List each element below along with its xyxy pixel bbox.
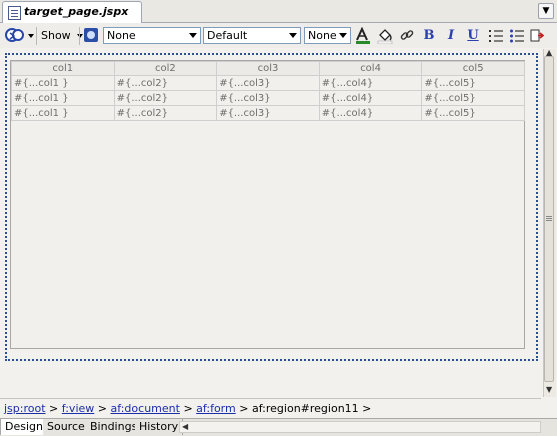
show-menu-label: Show (41, 29, 71, 42)
table-cell[interactable]: #{...col5} (421, 105, 525, 121)
scroll-down-icon[interactable]: ▼ (546, 386, 552, 394)
breadcrumb-jsp-root[interactable]: jsp:root (4, 402, 46, 415)
bullet-list-icon[interactable] (509, 27, 525, 44)
scroll-grip-icon (546, 216, 552, 217)
font-family-value: Default (207, 29, 248, 42)
table-row: #{...col1 } #{...col2} #{...col3} #{...c… (11, 105, 525, 121)
table-cell[interactable]: #{...col3} (216, 105, 320, 121)
tab-design[interactable]: Design (0, 419, 48, 435)
table-cell[interactable]: #{...col1 } (11, 75, 115, 91)
breadcrumb-af-document[interactable]: af:document (111, 402, 180, 415)
chevron-down-icon (339, 33, 347, 38)
link-icon[interactable] (399, 27, 415, 44)
table-cell[interactable]: #{...col5} (421, 75, 525, 91)
design-toolbar: Show None Default None B I U (0, 23, 557, 48)
table-cell[interactable]: #{...col1 } (11, 90, 115, 106)
jspx-file-icon (8, 6, 21, 20)
table-cell[interactable]: #{...col2} (113, 105, 218, 121)
breadcrumb-separator: > (49, 402, 59, 415)
numbered-list-icon[interactable] (488, 27, 504, 44)
table-cell[interactable]: #{...col4} (318, 75, 423, 91)
tab-source[interactable]: Source (43, 419, 90, 435)
column-header-col5[interactable]: col5 (421, 61, 525, 76)
background-color-icon[interactable] (377, 27, 393, 45)
scroll-left-icon[interactable]: ◀ (182, 423, 188, 431)
font-size-value: None (308, 29, 337, 42)
breadcrumb-separator: > (183, 402, 193, 415)
underline-button[interactable]: U (465, 27, 481, 44)
preview-mode-icon[interactable] (5, 26, 25, 45)
table-cell[interactable]: #{...col2} (113, 90, 218, 106)
table-cell[interactable]: #{...col1 } (11, 105, 115, 121)
vertical-scroll-thumb[interactable] (544, 56, 554, 382)
breadcrumb-f-view[interactable]: f:view (62, 402, 95, 415)
style-class-value: None (107, 29, 136, 42)
breadcrumb-af-form[interactable]: af:form (196, 402, 236, 415)
breadcrumb-separator: > (239, 402, 249, 415)
bold-button[interactable]: B (421, 27, 437, 44)
tab-list-dropdown-icon[interactable]: ▼ (538, 3, 554, 19)
tab-bindings[interactable]: Bindings (86, 419, 143, 435)
chevron-down-icon (189, 33, 197, 38)
breadcrumb-separator: > (362, 402, 372, 415)
font-family-combo[interactable]: Default (203, 27, 301, 44)
table-cell[interactable]: #{...col4} (318, 105, 423, 121)
column-header-col2[interactable]: col2 (113, 61, 218, 76)
horizontal-scrollbar[interactable]: ◀ (179, 421, 541, 433)
column-header-col4[interactable]: col4 (318, 61, 423, 76)
font-size-combo[interactable]: None (304, 27, 351, 44)
show-menu-button[interactable]: Show (41, 27, 84, 44)
editor-tab-target-page[interactable]: target_page.jspx (2, 1, 142, 23)
toolbar-separator (79, 27, 80, 45)
table-cell[interactable]: #{...col3} (216, 90, 320, 106)
editor-tab-strip: target_page.jspx ▼ (0, 0, 557, 23)
editor-view-tabs: Design Source Bindings History ◀ (0, 418, 557, 436)
style-class-icon[interactable] (84, 28, 98, 42)
outdent-icon[interactable] (530, 27, 545, 44)
column-header-col3[interactable]: col3 (216, 61, 320, 76)
corner-resize-grip (543, 420, 555, 434)
breadcrumb-af-region[interactable]: af:region#region11 (252, 402, 359, 415)
table-cell[interactable]: #{...col4} (318, 90, 423, 106)
table-row: #{...col1 } #{...col2} #{...col3} #{...c… (11, 75, 525, 91)
toolbar-separator (36, 27, 37, 45)
table-row: #{...col1 } #{...col2} #{...col3} #{...c… (11, 90, 525, 106)
tab-history[interactable]: History (135, 419, 184, 435)
italic-button[interactable]: I (443, 27, 459, 44)
text-color-icon[interactable] (355, 26, 371, 44)
editor-tab-title: target_page.jspx (24, 5, 129, 18)
preview-dropdown-arrow-icon[interactable] (28, 34, 34, 38)
style-class-combo[interactable]: None (103, 27, 201, 44)
breadcrumb-path: jsp:root > f:view > af:document > af:for… (4, 402, 371, 415)
table-cell[interactable]: #{...col2} (113, 75, 218, 91)
table-cell[interactable]: #{...col5} (421, 90, 525, 106)
chevron-down-icon (289, 33, 297, 38)
table-cell[interactable]: #{...col3} (216, 75, 320, 91)
breadcrumb: jsp:root > f:view > af:document > af:for… (0, 398, 541, 418)
data-table[interactable]: col1 col2 col3 col4 col5 #{...col1 } #{.… (11, 61, 525, 121)
column-header-col1[interactable]: col1 (11, 61, 115, 76)
breadcrumb-separator: > (97, 402, 107, 415)
table-header-row: col1 col2 col3 col4 col5 (11, 61, 525, 76)
